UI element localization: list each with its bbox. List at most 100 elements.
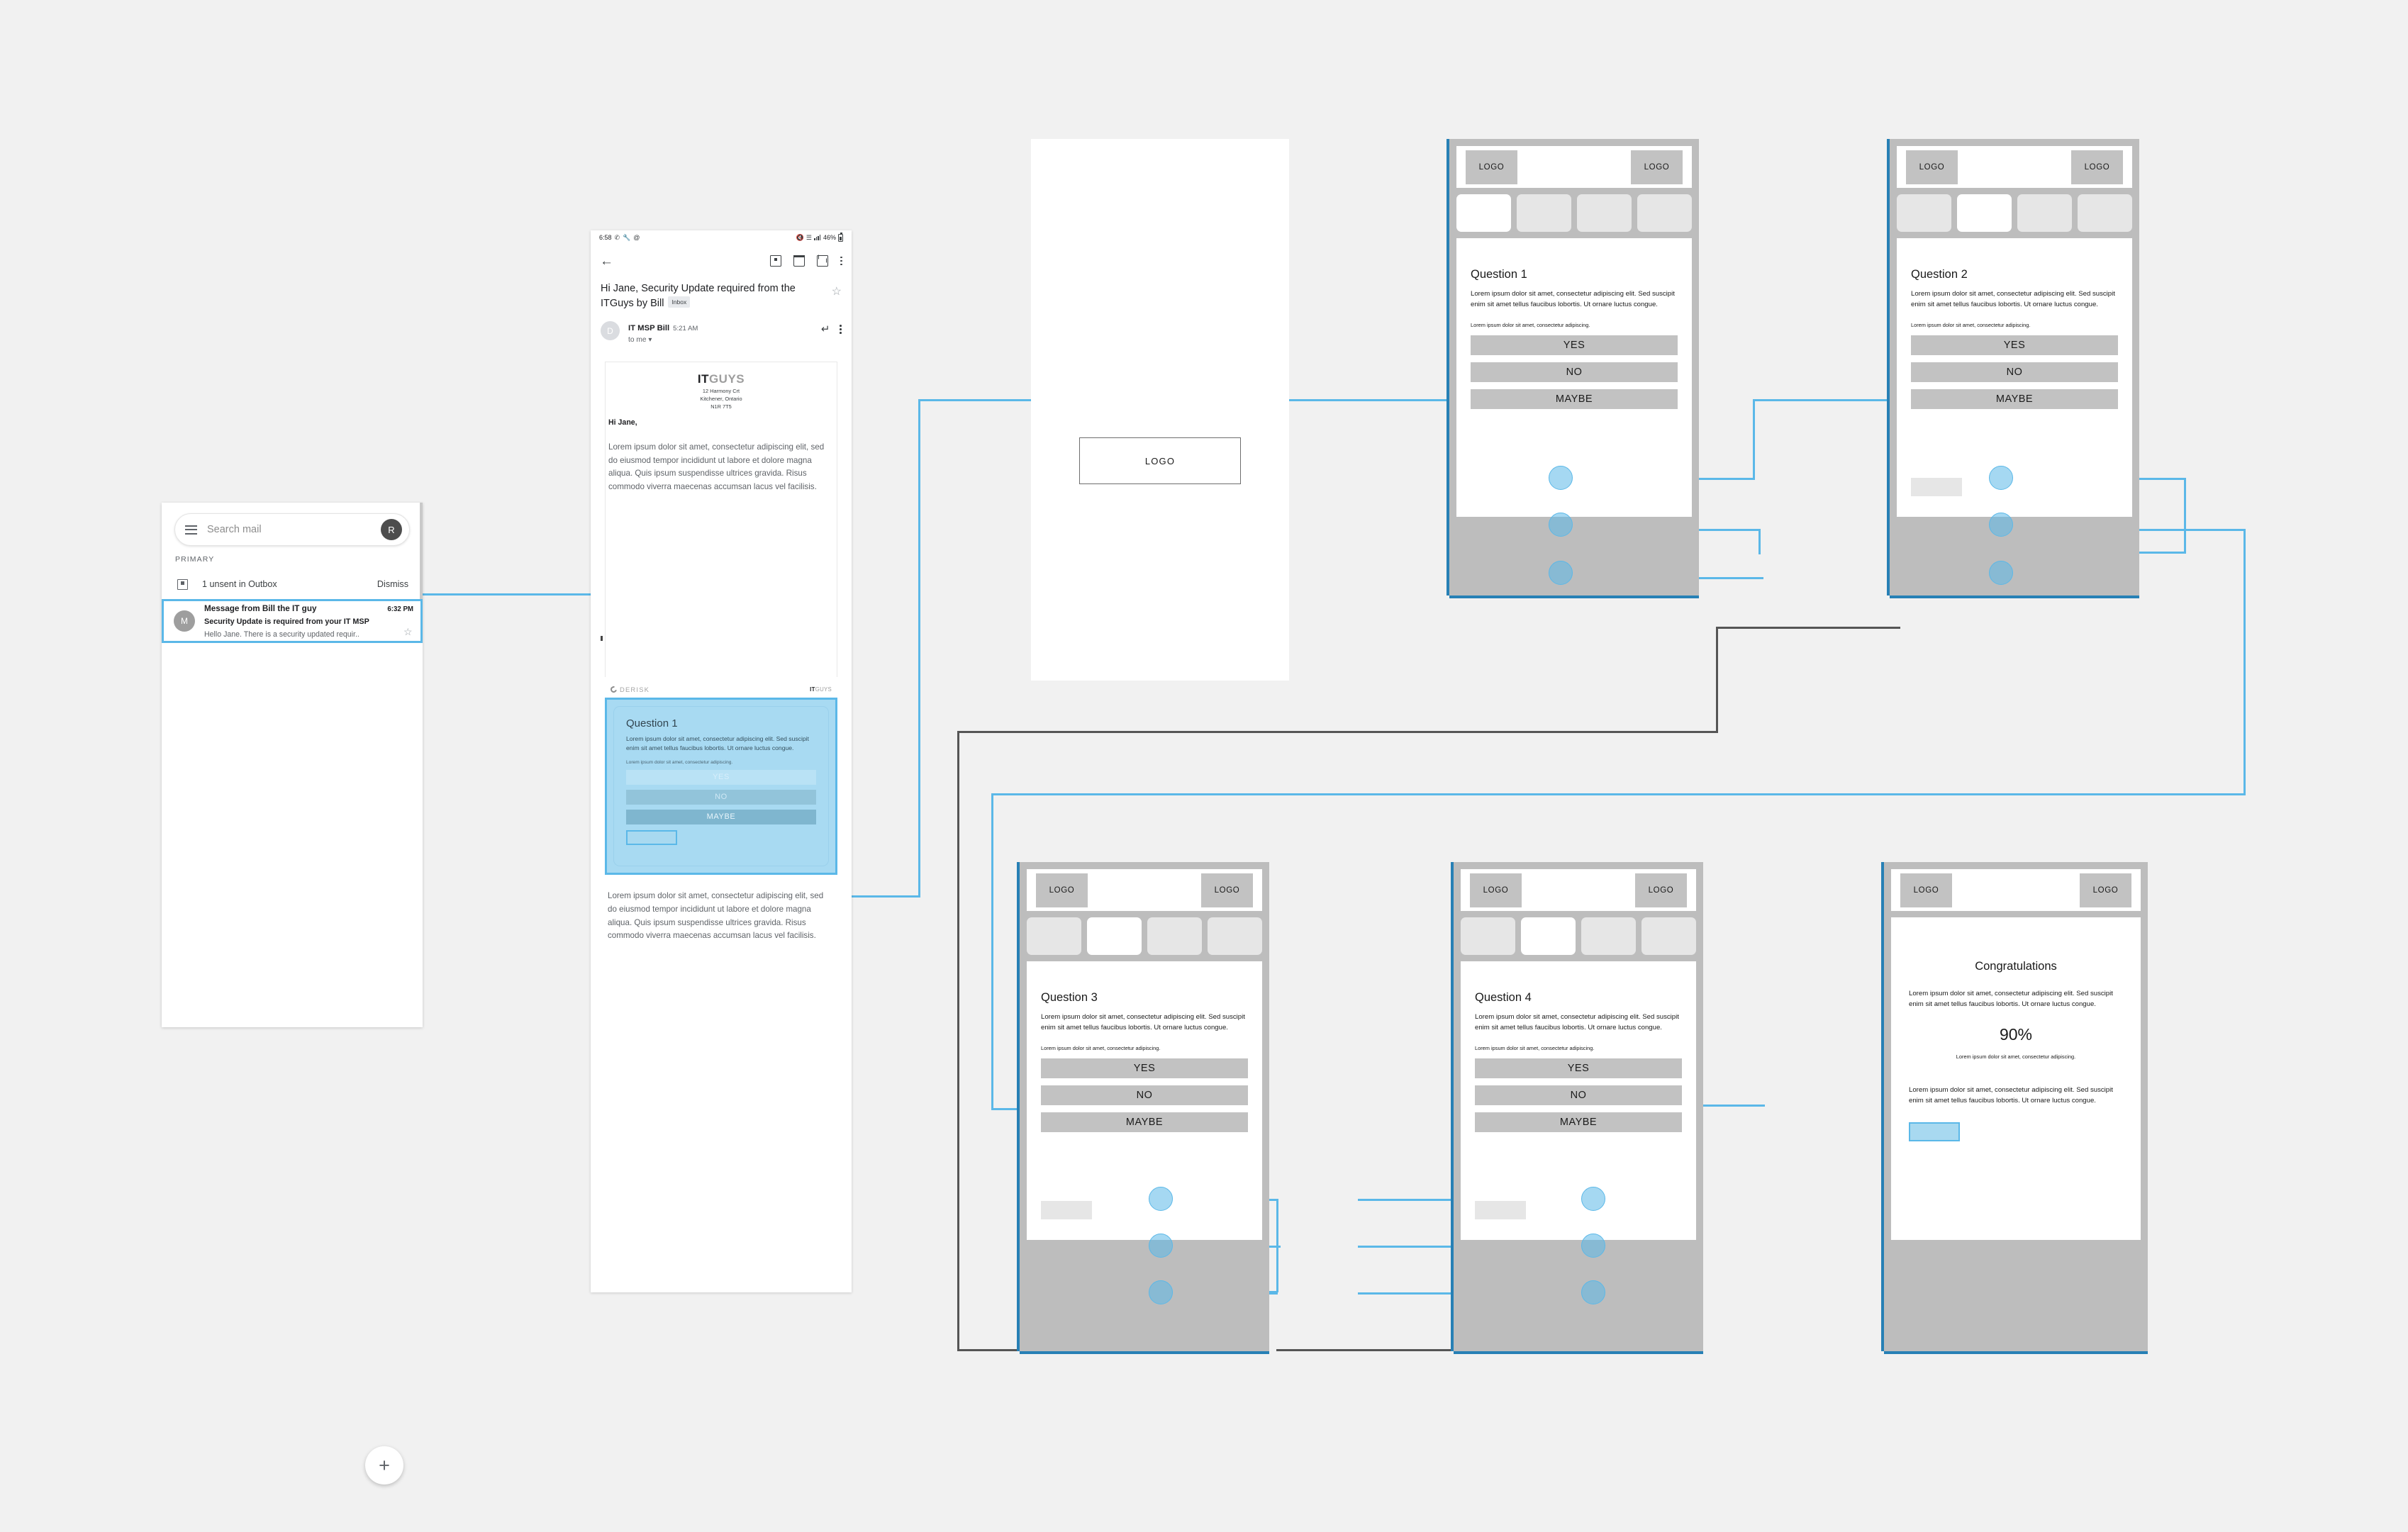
answer-hotspot[interactable] [1581,1234,1605,1258]
answer-no-button[interactable]: NO [626,789,816,805]
back-icon[interactable]: ← [600,255,613,268]
connector-q1-yes-v [1753,399,1755,480]
reply-icon[interactable]: ↵ [821,324,830,335]
logo-right: LOGO [2080,873,2131,907]
recipient-line[interactable]: to me ▾ [628,336,698,344]
progress-tab-3[interactable] [2017,194,2072,232]
cta-button[interactable] [1909,1122,1960,1141]
panel-header: LOGO LOGO [1027,869,1262,911]
panel-header: LOGO LOGO [1456,146,1692,188]
question-panel-3: LOGO LOGO Question 3 Lorem ipsum dolor sit … [1017,862,1269,1354]
progress-tab-1[interactable] [1461,917,1515,955]
answer-maybe-button[interactable]: MAYBE [626,809,816,824]
question-panel-4: LOGO LOGO Question 4 Lorem ipsum dolor sit … [1451,862,1703,1354]
answer-maybe-button[interactable]: MAYBE [1475,1112,1682,1133]
panel-leftline [1881,862,1884,1351]
answer-hotspot[interactable] [1989,466,2013,490]
survey-card-inner: Question 1 Lorem ipsum dolor sit amet, c… [613,706,829,866]
answer-hotspot[interactable] [1989,513,2013,537]
answer-hotspot[interactable] [1549,513,1573,537]
answer-yes-button[interactable]: YES [626,769,816,785]
answer-yes-button[interactable]: YES [1041,1058,1248,1079]
logo-right: LOGO [2071,150,2123,184]
question-subtext: Lorem ipsum dolor sit amet, consectetur … [1475,1045,1595,1052]
next-button[interactable] [626,829,677,845]
flow-canvas: Search mail R PRIMARY 1 unsent in Outbox… [0,0,2408,1532]
logo-left: LOGO [1470,873,1522,907]
quote-marker [601,636,603,641]
email-letterhead-card: ITGUYS 12 Harmony Crt Kitchener, Ontario… [605,362,837,677]
progress-tab-3[interactable] [1581,917,1636,955]
connector-email-yes-v [918,399,920,898]
answer-no-button[interactable]: NO [1471,362,1678,383]
status-right: 🔇 ☰ 46% [796,232,843,242]
answer-maybe-button[interactable]: MAYBE [1911,389,2118,410]
connector-email-yes-h1 [849,895,920,898]
answer-hotspot[interactable] [1149,1234,1173,1258]
mark-unread-icon[interactable] [817,255,829,267]
answer-hotspot[interactable] [1581,1187,1605,1211]
progress-tab-3[interactable] [1577,194,1632,232]
dismiss-button[interactable]: Dismiss [377,579,408,589]
panel-header: LOGO LOGO [1461,869,1696,911]
archive-icon[interactable] [770,255,782,267]
back-button[interactable] [1911,478,1962,496]
connector-q2-back-h [1716,627,1900,629]
answer-hotspot[interactable] [1549,466,1573,490]
answer-maybe-button[interactable]: MAYBE [1471,389,1678,410]
back-button[interactable] [1475,1201,1526,1219]
back-button[interactable] [1041,1201,1092,1219]
avatar[interactable]: R [381,519,402,540]
answer-no-button[interactable]: NO [1911,362,2118,383]
progress-tab-4[interactable] [2078,194,2132,232]
status-bar: 6:58 ✆ 🔧 @ 🔇 ☰ 46% [591,230,852,245]
answer-yes-button[interactable]: YES [1471,335,1678,356]
question-text: Lorem ipsum dolor sit amet, consectetur … [1471,290,1675,308]
mail-snippet: Hello Jane. There is a security updated … [204,630,359,639]
answer-no-button[interactable]: NO [1041,1085,1248,1106]
answer-maybe-button[interactable]: MAYBE [1041,1112,1248,1133]
answer-hotspot[interactable] [1149,1187,1173,1211]
progress-tab-4[interactable] [1641,917,1696,955]
answer-hotspot[interactable] [1581,1280,1605,1304]
progress-tab-4[interactable] [1208,917,1262,955]
at-icon: @ [633,234,640,241]
more-options-icon[interactable] [840,256,842,266]
progress-tab-1[interactable] [1027,917,1081,955]
answer-yes-button[interactable]: YES [1911,335,2118,356]
compose-button[interactable]: + [365,1446,403,1485]
answer-hotspot[interactable] [1549,561,1573,585]
connector-inbox-to-email [423,593,593,596]
progress-tab-4[interactable] [1637,194,1692,232]
question-subtext: Lorem ipsum dolor sit amet, consectetur … [626,759,733,765]
progress-tab-2[interactable] [1517,194,1571,232]
search-input[interactable]: Search mail R [174,513,410,546]
progress-tab-1[interactable] [1456,194,1511,232]
question-text: Lorem ipsum dolor sit amet, consectetur … [1911,290,2115,308]
progress-tab-1[interactable] [1897,194,1951,232]
answer-no-button[interactable]: NO [1475,1085,1682,1106]
star-icon[interactable]: ☆ [832,284,842,298]
panel-underline [1449,596,1699,598]
progress-tab-2[interactable] [1087,917,1142,955]
more-options-icon[interactable] [840,325,842,334]
hamburger-menu-icon[interactable] [185,525,197,535]
outbox-status: 1 unsent in Outbox [202,579,277,589]
question-subtext: Lorem ipsum dolor sit amet, consectetur … [1471,322,1590,329]
list-item[interactable]: M Message from Bill the IT guy Security … [162,599,423,643]
answer-hotspot[interactable] [1149,1280,1173,1304]
panel-body: Question 1 Lorem ipsum dolor sit amet, co… [1456,238,1692,517]
star-icon[interactable]: ☆ [403,627,413,637]
answer-yes-button[interactable]: YES [1475,1058,1682,1079]
trash-icon[interactable] [793,255,806,267]
answer-hotspot[interactable] [1989,561,2013,585]
sent-time: 5:21 AM [673,325,698,332]
sender-name: IT MSP Bill [628,324,670,332]
itguys-logo: ITGUYS [697,372,745,386]
progress-tab-2[interactable] [1521,917,1576,955]
progress-tab-2[interactable] [1957,194,2012,232]
progress-tab-3[interactable] [1147,917,1202,955]
mail-subject: Security Update is required from your IT… [204,617,369,626]
logo-right: LOGO [1201,873,1253,907]
mute-icon: 🔇 [796,233,804,241]
